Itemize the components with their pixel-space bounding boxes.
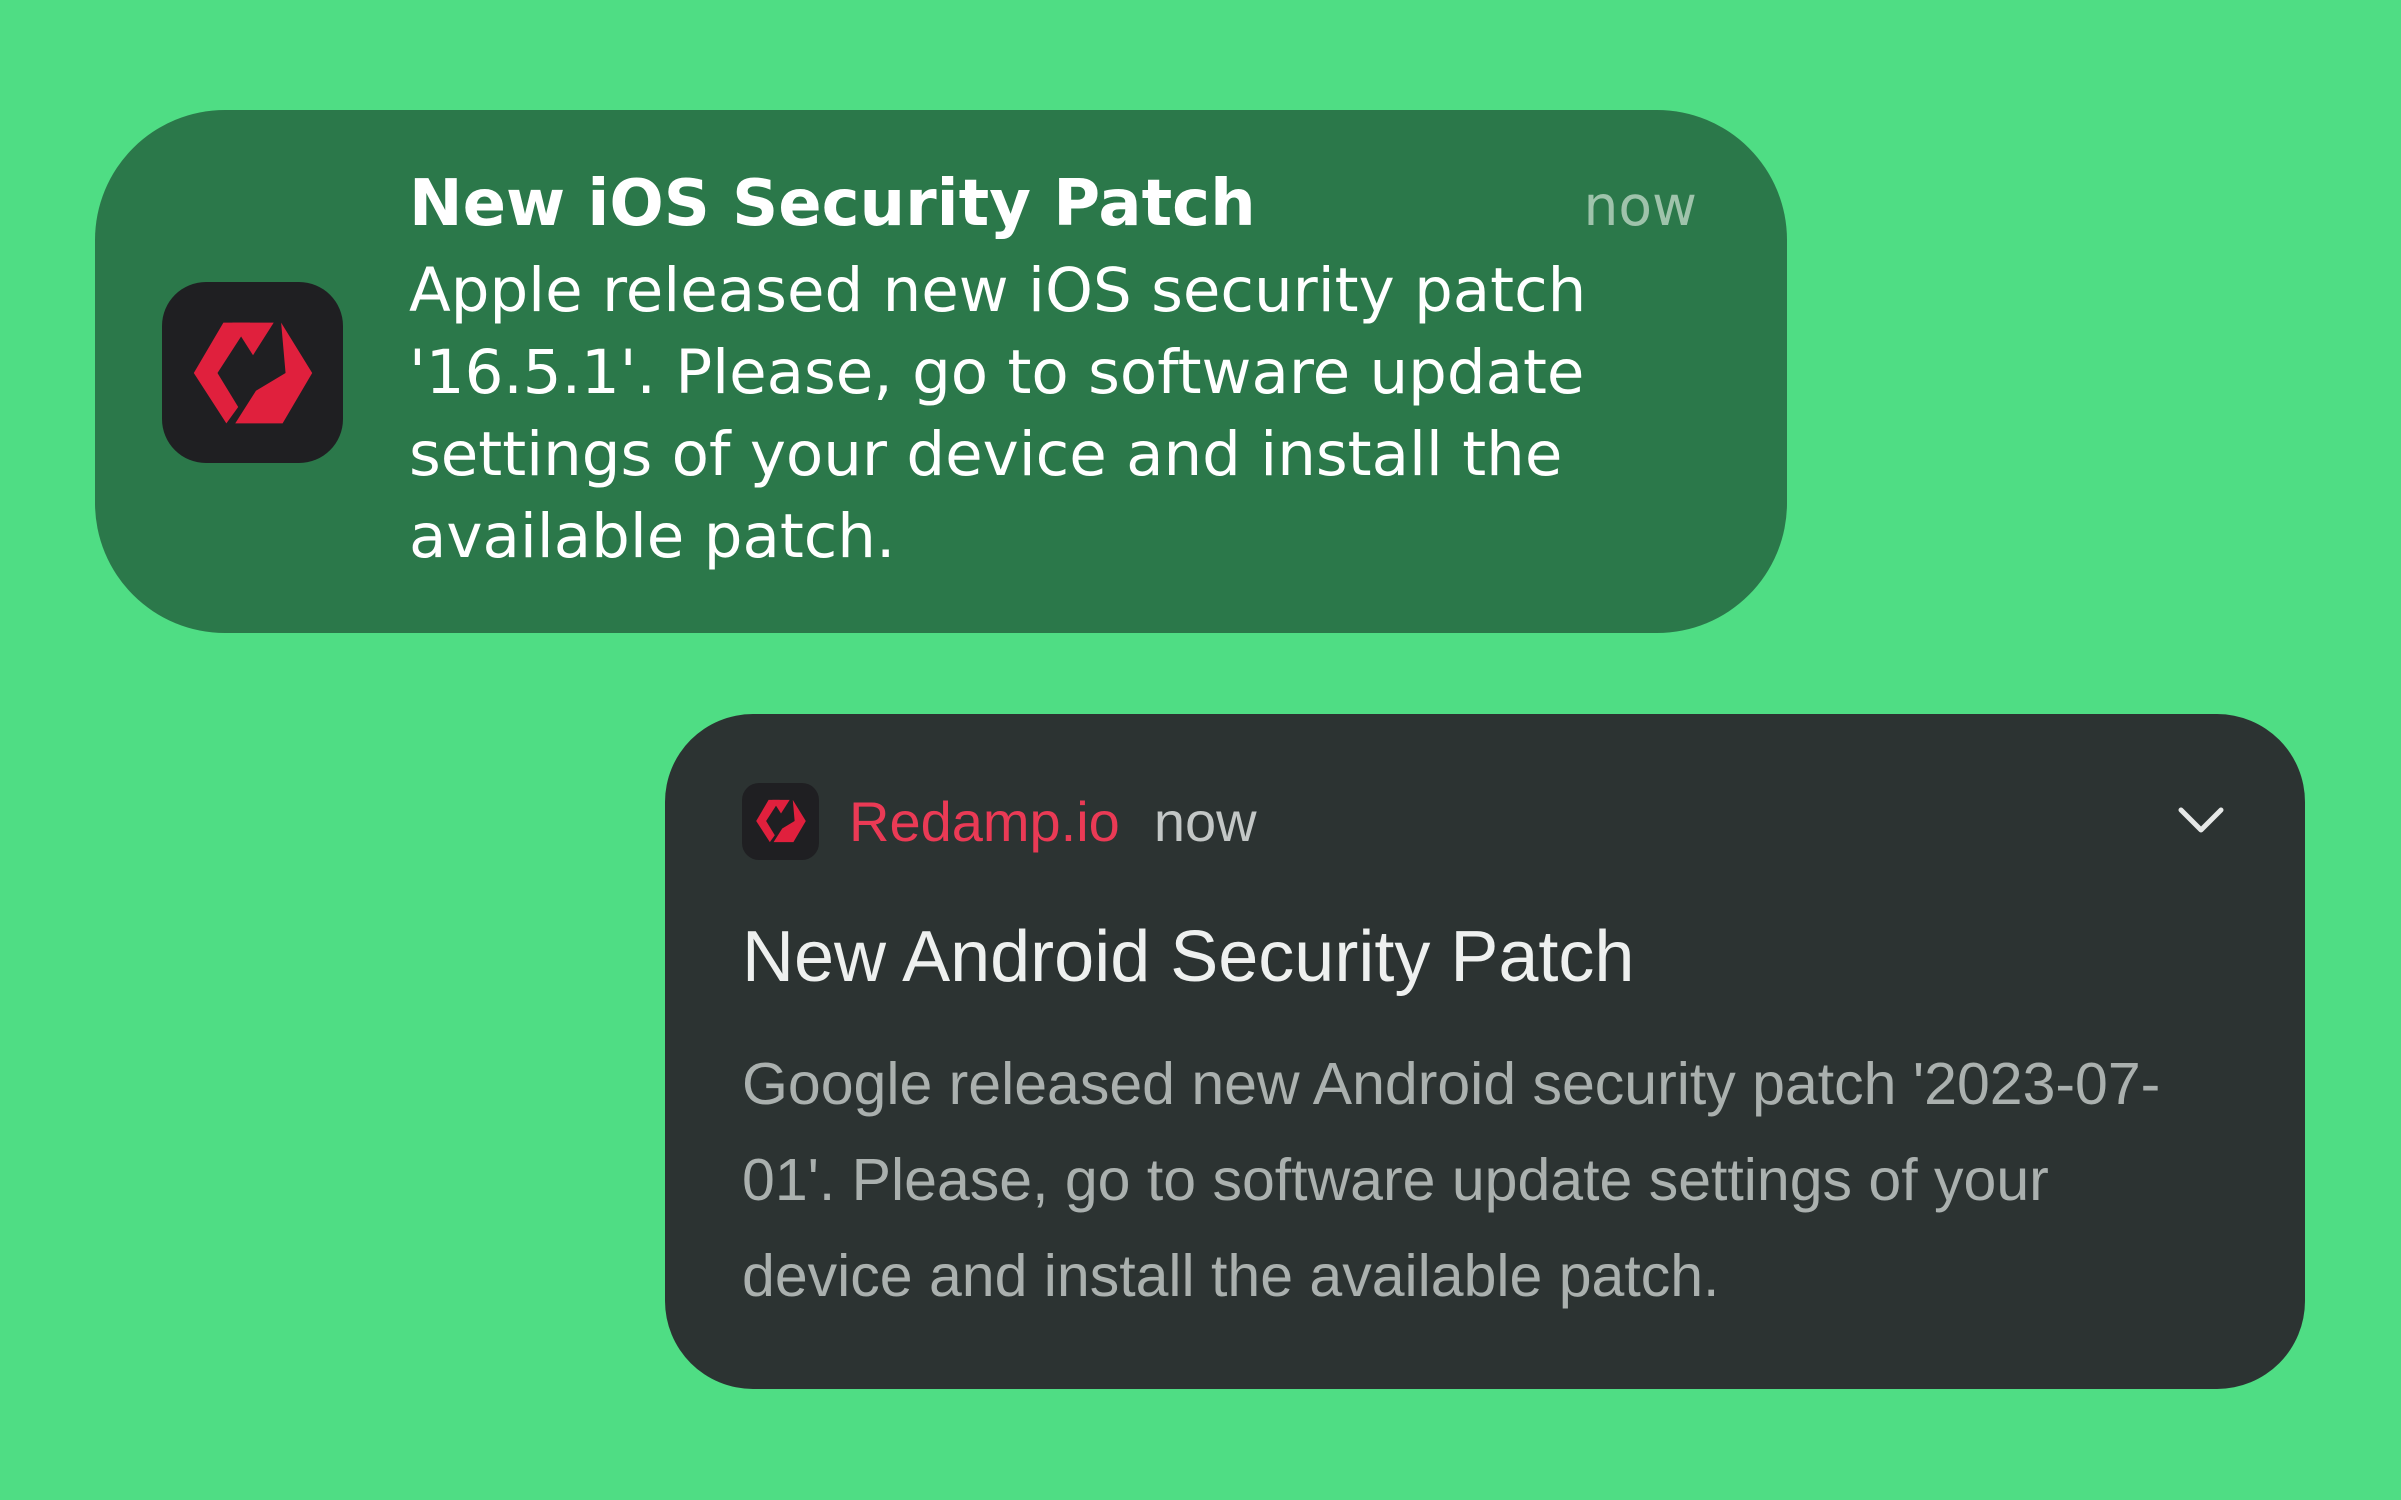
notification-body: Google released new Android security pat… [742,1051,2161,1309]
redamp-logo-icon [162,282,343,463]
notification-title: New Android Security Patch [742,917,1635,997]
notification-time: now [1153,789,1257,853]
ios-notification-card[interactable]: New iOS Security Patch now Apple release… [95,110,1787,633]
notification-header: Redamp.io now [742,781,1257,861]
chevron-down-icon[interactable] [2177,800,2225,840]
redamp-logo-icon [742,782,819,860]
android-notification-card[interactable]: Redamp.io now New Android Security Patch… [665,714,2305,1389]
notification-time: now [1583,174,1698,238]
notification-title: New iOS Security Patch [409,167,1256,241]
app-name: Redamp.io [849,789,1120,853]
notification-body: Apple released new iOS security patch '1… [409,255,1587,572]
